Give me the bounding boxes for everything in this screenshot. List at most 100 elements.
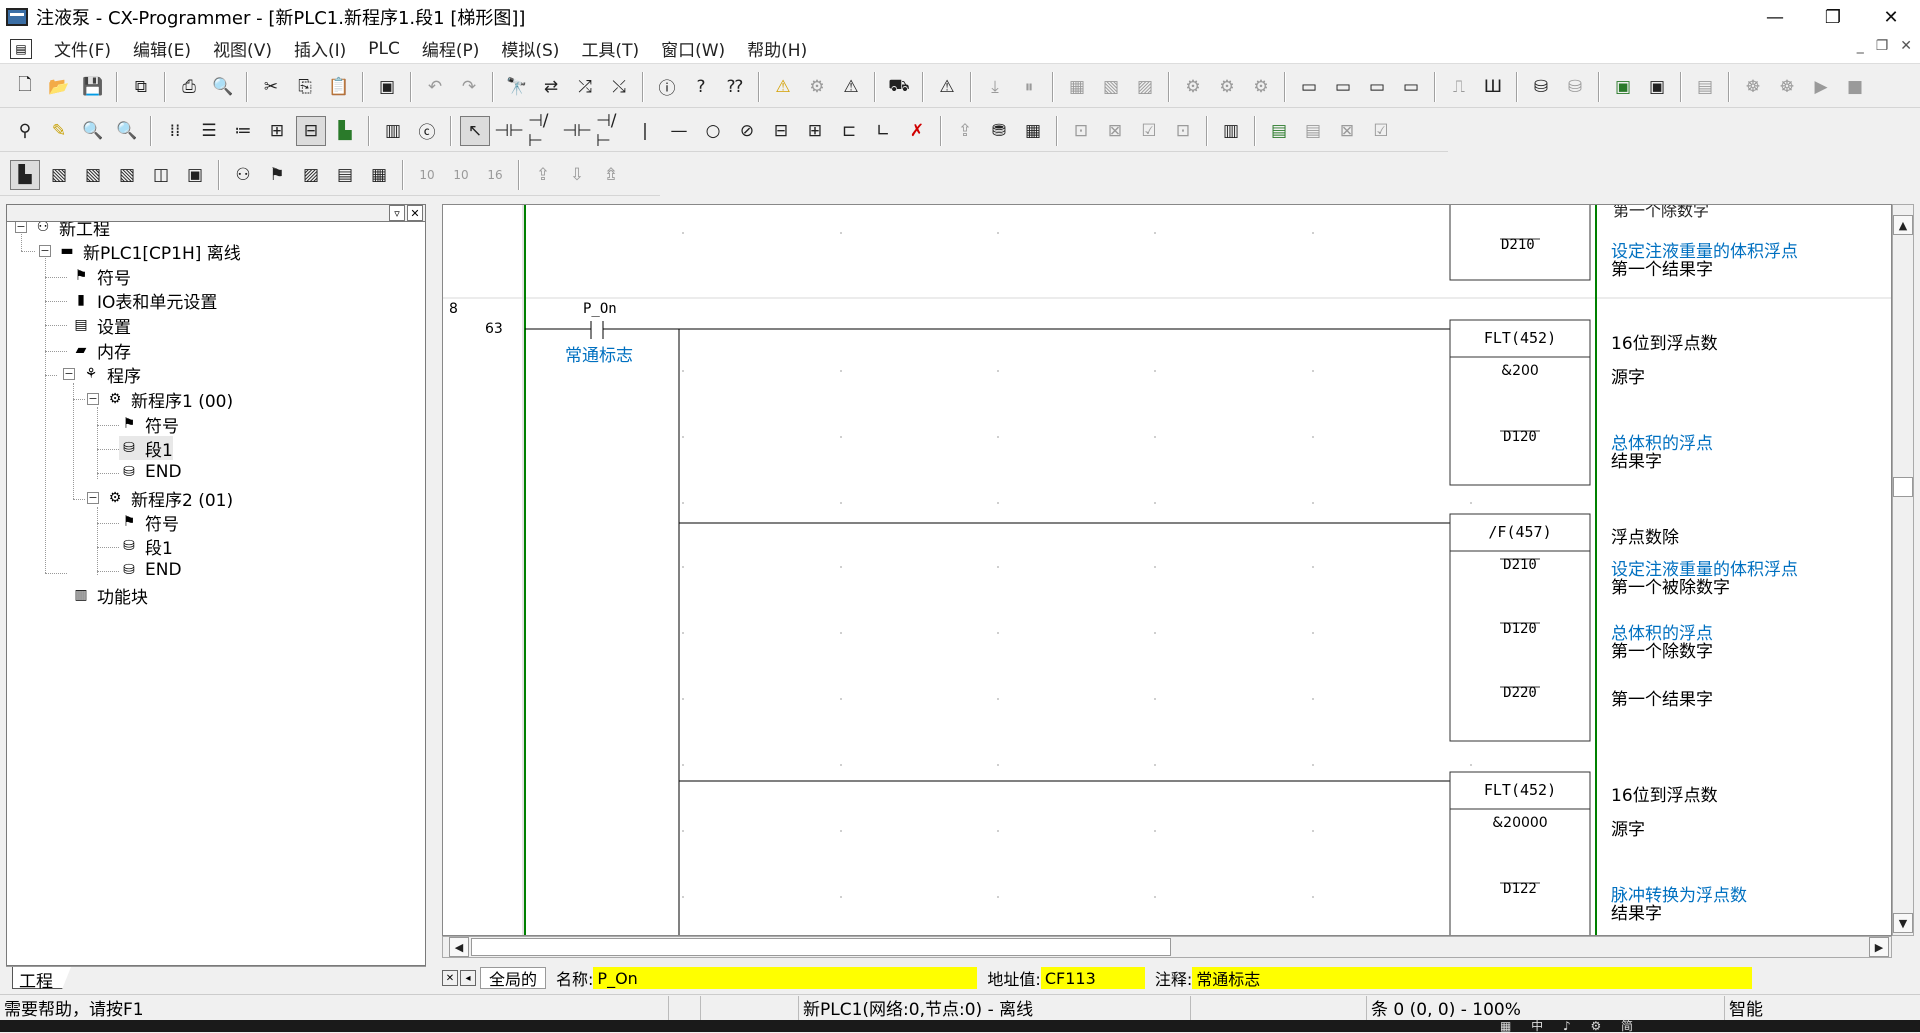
tree-node-prog1-section[interactable]: ⛁ 段1 xyxy=(119,436,173,461)
monitor-icon[interactable]: ⚠ xyxy=(836,72,866,102)
instr1-op2[interactable]: D120 xyxy=(1450,429,1590,445)
fb-library-icon[interactable]: ▦ xyxy=(364,160,394,190)
pause-icon[interactable]: ⏸ xyxy=(1014,72,1044,102)
menu-simulate[interactable]: 模拟(S) xyxy=(501,36,559,61)
collapse-icon[interactable]: − xyxy=(15,221,27,233)
online-edit-send-icon[interactable]: ▭ xyxy=(1328,72,1358,102)
find-icon[interactable]: 🔭 xyxy=(502,72,532,102)
vertical-line-icon[interactable]: | xyxy=(630,116,660,146)
ct-icon[interactable]: ⓒ xyxy=(412,116,442,146)
instr2-op3[interactable]: D220 xyxy=(1450,685,1590,701)
tree-node-prog1-end[interactable]: ⛁ END xyxy=(119,460,181,484)
cut-icon[interactable]: ✂ xyxy=(256,72,286,102)
sim-play-icon[interactable]: ▶ xyxy=(1806,72,1836,102)
zoom-in-icon[interactable]: 🔍 xyxy=(78,116,108,146)
simulator-icon[interactable]: ▣ xyxy=(1608,72,1638,102)
menu-edit[interactable]: 编辑(E) xyxy=(133,36,191,61)
run-mode-icon[interactable]: ⤓ xyxy=(980,72,1010,102)
info-close-icon[interactable]: ✕ xyxy=(442,970,458,986)
io-table-icon[interactable]: ⚇ xyxy=(228,160,258,190)
print-preview-icon[interactable]: 🔍 xyxy=(208,72,238,102)
address-ref-window-icon[interactable]: ▧ xyxy=(112,160,142,190)
mnemonic-view-icon[interactable]: ▙ xyxy=(330,116,360,146)
maximize-button[interactable]: ❐ xyxy=(1804,0,1862,34)
watch-window-toggle-icon[interactable]: ▧ xyxy=(78,160,108,190)
address-ref-icon[interactable]: ⤯ xyxy=(604,72,634,102)
program-view-icon[interactable]: ⊞ xyxy=(262,116,292,146)
show-comments-icon[interactable]: ☰ xyxy=(194,116,224,146)
cross-ref-window-icon[interactable]: ▣ xyxy=(180,160,210,190)
replace-icon[interactable]: ⇄ xyxy=(536,72,566,102)
tree-node-programs[interactable]: − ⚘ 程序 xyxy=(63,362,141,387)
zoom-fit-icon[interactable]: ✎ xyxy=(44,116,74,146)
save-icon[interactable]: 💾 xyxy=(78,72,108,102)
collapse-icon[interactable]: − xyxy=(87,492,99,504)
instruction-icon[interactable]: ⊟ xyxy=(766,116,796,146)
select-mode-icon[interactable]: ↖ xyxy=(460,115,490,146)
online-icon[interactable]: ⚙ xyxy=(802,72,832,102)
new-icon[interactable]: 🗋 xyxy=(10,72,40,102)
force-off-icon[interactable]: ⚙ xyxy=(1212,72,1242,102)
ladder-editor[interactable]: 第一个除数字 D210 设定注液重量的体积浮点 第一个结果字 8 63 P_On… xyxy=(442,204,1892,936)
compile-icon[interactable]: ⛃ xyxy=(984,116,1014,146)
online-edit-end-icon[interactable]: ▭ xyxy=(1396,72,1426,102)
tree-node-prog2-symbols[interactable]: ⚑ 符号 xyxy=(119,510,179,535)
check-icon[interactable]: ☑ xyxy=(1366,116,1396,146)
sim-breakpoint-icon[interactable]: ☸ xyxy=(1738,72,1768,102)
fb-call-icon[interactable]: ⊞ xyxy=(800,116,830,146)
symbol-table-icon[interactable]: ▥ xyxy=(378,116,408,146)
close-button[interactable]: ✕ xyxy=(1862,0,1920,34)
settings-icon[interactable]: ▤ xyxy=(330,160,360,190)
memory-icon[interactable]: ▨ xyxy=(296,160,326,190)
sim-run-icon[interactable]: ☸ xyxy=(1772,72,1802,102)
workspace-close-icon[interactable]: ✕ xyxy=(407,205,423,221)
monitor-diff-icon[interactable]: ⊠ xyxy=(1100,116,1130,146)
menu-plc[interactable]: PLC xyxy=(368,39,400,59)
simulator-settings-icon[interactable]: ▣ xyxy=(1642,72,1672,102)
name-field[interactable]: P_On xyxy=(593,967,978,989)
sim-stop-icon[interactable]: ■ xyxy=(1840,72,1870,102)
tree-node-prog1-symbols[interactable]: ⚑ 符号 xyxy=(119,412,179,437)
or-nc-icon[interactable]: ⊣/⊢ xyxy=(596,111,626,151)
symbol-icon[interactable]: ⚑ xyxy=(262,160,292,190)
task-icon[interactable]: ⊠ xyxy=(1332,116,1362,146)
plc-info-icon[interactable]: ▦ xyxy=(1062,72,1092,102)
bit-icon[interactable]: Ш xyxy=(1478,72,1508,102)
output-window-icon[interactable]: ▧ xyxy=(44,160,74,190)
contact-nc-icon[interactable]: ⊣/⊢ xyxy=(528,111,558,151)
compare-icon[interactable]: ⧉ xyxy=(126,72,156,102)
or-no-icon[interactable]: ⊣⊢ xyxy=(562,116,592,146)
contact-name[interactable]: P_On xyxy=(583,301,617,317)
instr3-name[interactable]: FLT(452) xyxy=(1450,781,1590,799)
horizontal-scroll-thumb[interactable] xyxy=(471,938,1171,956)
plc-memory-icon[interactable]: ▨ xyxy=(1130,72,1160,102)
help-icon[interactable]: ? xyxy=(686,72,716,102)
workspace-pin-icon[interactable]: ▿ xyxy=(389,205,405,221)
force-on-icon[interactable]: ⚙ xyxy=(1178,72,1208,102)
about-icon[interactable]: ⓘ xyxy=(652,72,682,102)
warning-icon[interactable]: ⚠ xyxy=(768,72,798,102)
open-icon[interactable]: 📂 xyxy=(44,72,74,102)
address-16-icon[interactable]: 16 xyxy=(480,160,510,190)
plc-disconnect-icon[interactable]: ⛁ xyxy=(1560,72,1590,102)
info-pin-icon[interactable]: ◂ xyxy=(460,970,476,986)
plc-setup-icon[interactable]: ▧ xyxy=(1096,72,1126,102)
project-window-icon[interactable]: ▙ xyxy=(10,159,40,190)
fb-param-icon[interactable]: ⊏ xyxy=(834,116,864,146)
copy-icon[interactable]: ⎘ xyxy=(290,72,320,102)
upload-icon[interactable]: ⚠ xyxy=(932,72,962,102)
menu-insert[interactable]: 插入(I) xyxy=(294,36,346,61)
properties-window-icon[interactable]: ◫ xyxy=(146,160,176,190)
menu-file[interactable]: 文件(F) xyxy=(54,36,111,61)
tree-node-io-table[interactable]: ▮ IO表和单元设置 xyxy=(71,288,217,313)
menu-help[interactable]: 帮助(H) xyxy=(747,36,807,61)
watch-window-icon[interactable]: ▥ xyxy=(1216,116,1246,146)
comment-field[interactable]: 常通标志 xyxy=(1192,967,1753,989)
menu-program[interactable]: 编程(P) xyxy=(422,36,480,61)
instr1-op1[interactable]: &200 xyxy=(1450,363,1590,379)
scroll-up-icon[interactable]: ▲ xyxy=(1893,215,1913,235)
step-over-icon[interactable]: ⇩ xyxy=(562,160,592,190)
document-menu-icon[interactable]: ▤ xyxy=(10,38,32,59)
contact-no-icon[interactable]: ⊣⊢ xyxy=(494,116,524,146)
delete-line-icon[interactable]: ✗ xyxy=(902,116,932,146)
